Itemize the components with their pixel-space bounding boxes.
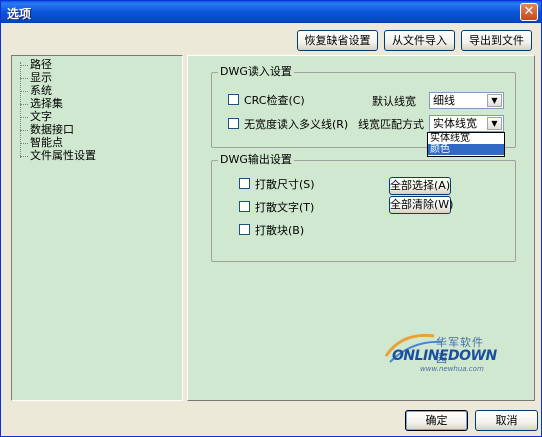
tree-item-selection[interactable]: 选择集 [20,97,63,110]
explode-text-checkbox[interactable] [239,201,250,212]
default-linewidth-value: 细线 [433,94,455,107]
tree-item-text[interactable]: 文字 [20,110,52,123]
linewidth-match-dropdown[interactable]: 实体线宽 颜色 [427,132,505,157]
explode-text-option[interactable]: 打散文字(T) [239,201,314,215]
dropdown-option-entity-linewidth[interactable]: 实体线宽 [428,133,504,144]
dwg-write-title: DWG输出设置 [218,153,294,167]
select-all-button[interactable]: 全部选择(A) [389,177,451,195]
import-file-button[interactable]: 从文件导入 [384,30,455,51]
tree-item-system[interactable]: 系统 [20,84,52,97]
explode-block-checkbox[interactable] [239,224,250,235]
title-bar[interactable]: 选项 ✕ [1,1,541,23]
no-width-polyline-checkbox[interactable] [228,118,239,129]
clear-all-button[interactable]: 全部清除(W) [389,196,453,214]
dropdown-option-color[interactable]: 颜色 [428,144,504,155]
export-file-button[interactable]: 导出到文件 [461,30,532,51]
default-linewidth-label: 默认线宽 [372,95,416,108]
crc-check-checkbox[interactable] [228,94,239,105]
linewidth-match-label: 线宽匹配方式 [358,118,424,131]
dwg-read-title: DWG读入设置 [218,65,294,79]
chevron-down-icon[interactable]: ▼ [487,94,502,107]
restore-defaults-button[interactable]: 恢复缺省设置 [297,30,378,51]
tree-item-path[interactable]: 路径 [20,58,52,71]
options-dialog: 选项 ✕ 恢复缺省设置 从文件导入 导出到文件 路径 显示 系统 选择集 文字 … [0,0,542,437]
tree-item-display[interactable]: 显示 [20,71,52,84]
watermark-en: ONLINEDOWN [392,348,497,364]
watermark-url: www.newhua.com [420,365,484,373]
ok-button[interactable]: 确定 [405,410,468,431]
default-linewidth-select[interactable]: 细线 ▼ [429,92,504,109]
close-icon[interactable]: ✕ [520,3,538,21]
cancel-button[interactable]: 取消 [475,410,538,431]
tree-item-file-properties[interactable]: 文件属性设置 [20,149,96,162]
linewidth-match-select[interactable]: 实体线宽 ▼ [429,115,504,132]
explode-dimension-option[interactable]: 打散尺寸(S) [239,178,315,192]
watermark-logo: 华军软件园 ONLINEDOWN www.newhua.com [382,326,497,376]
linewidth-match-value: 实体线宽 [433,117,477,130]
chevron-down-icon[interactable]: ▼ [487,117,502,130]
tree-item-data-interface[interactable]: 数据接口 [20,123,74,136]
explode-block-option[interactable]: 打散块(B) [239,224,304,238]
settings-panel: DWG读入设置 CRC检查(C) 无宽度读入多义线(R) 默认线宽 细线 ▼ 线… [187,55,535,401]
tree-item-smart-point[interactable]: 智能点 [20,136,63,149]
window-title: 选项 [7,7,32,21]
explode-dimension-checkbox[interactable] [239,178,250,189]
crc-check-option[interactable]: CRC检查(C) [228,94,305,108]
no-width-polyline-option[interactable]: 无宽度读入多义线(R) [228,118,348,132]
options-tree[interactable]: 路径 显示 系统 选择集 文字 数据接口 智能点 文件属性设置 [11,55,183,401]
